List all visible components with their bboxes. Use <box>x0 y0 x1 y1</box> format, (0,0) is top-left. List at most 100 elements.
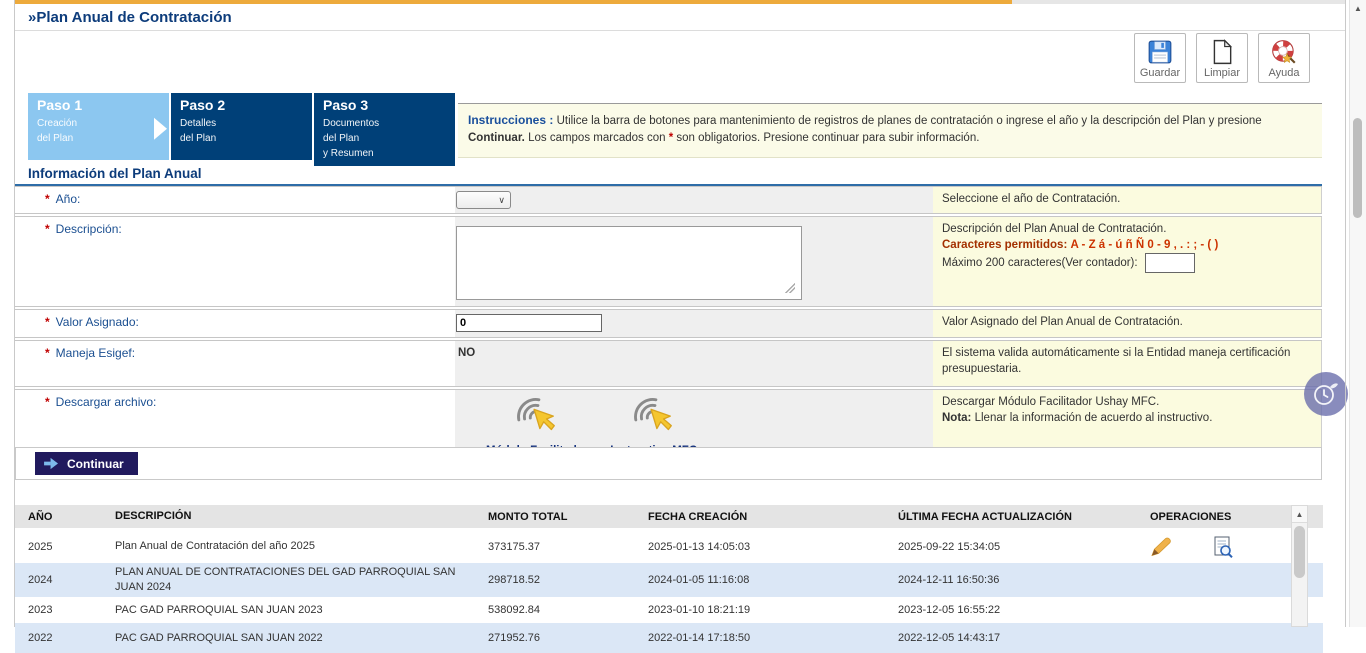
scroll-up-arrow-icon[interactable]: ▲ <box>1350 0 1366 16</box>
esigef-value-cell: NO <box>455 341 933 386</box>
char-counter-input[interactable] <box>1145 253 1195 273</box>
descripcion-help-text: Descripción del Plan Anual de Contrataci… <box>942 221 1312 237</box>
descripcion-input-cell <box>455 217 933 306</box>
col-header-descripcion: DESCRIPCIÓN <box>115 509 488 524</box>
step-2-line: del Plan <box>180 131 312 146</box>
anio-select[interactable]: ∨ <box>456 191 511 209</box>
cell-monto: 373175.37 <box>488 541 648 553</box>
esigef-value: NO <box>458 347 933 359</box>
floating-clock-widget[interactable] <box>1304 372 1348 416</box>
edit-pencil-icon[interactable] <box>1150 537 1172 557</box>
textarea-resize-grip[interactable] <box>785 283 795 293</box>
anio-label-cell: * Año: <box>15 187 455 213</box>
anio-help-text: Seleccione el año de Contratación. <box>942 193 1120 205</box>
cell-created: 2023-01-10 18:21:19 <box>648 604 898 616</box>
view-document-icon[interactable] <box>1213 536 1233 558</box>
cell-updated: 2024-12-11 16:50:36 <box>898 574 1148 586</box>
browser-scrollbar-thumb[interactable] <box>1353 118 1362 218</box>
arrow-right-icon <box>44 457 59 470</box>
step-1-line: del Plan <box>37 131 169 146</box>
top-accent-bar-extension <box>1012 0 1345 4</box>
descargar-help-text: Descargar Módulo Facilitador Ushay MFC. <box>942 394 1312 410</box>
valor-label-cell: * Valor Asignado: <box>15 310 455 337</box>
cell-year: 2024 <box>15 574 115 586</box>
cell-year: 2022 <box>15 632 115 644</box>
form-row-anio: * Año: ∨ Seleccione el año de Contratació… <box>15 186 1322 214</box>
blank-page-icon <box>1209 37 1235 67</box>
wizard-steps: Paso 1 Creación del Plan Paso 2 Detalles… <box>28 93 455 166</box>
col-header-ultima-actualizacion: ÚLTIMA FECHA ACTUALIZACIÓN <box>898 511 1148 523</box>
table-row: 2023 PAC GAD PARROQUIAL SAN JUAN 2023 53… <box>15 597 1323 623</box>
continuar-button[interactable]: Continuar <box>35 452 138 475</box>
cell-updated: 2025-09-22 15:34:05 <box>898 541 1148 553</box>
step-arrow-icon <box>154 117 167 139</box>
step-3-tab[interactable]: Paso 3 Documentos del Plan y Resumen <box>314 93 455 166</box>
step-1-tab[interactable]: Paso 1 Creación del Plan <box>28 93 169 160</box>
step-3-line: Documentos <box>323 116 455 131</box>
table-row: 2024 PLAN ANUAL DE CONTRATACIONES DEL GA… <box>15 563 1323 597</box>
section-header: Información del Plan Anual <box>15 164 1322 186</box>
descargar-label: Descargar archivo: <box>56 395 157 409</box>
step-3-line: del Plan <box>323 131 455 146</box>
instructions-box: Instrucciones : Utilice la barra de boto… <box>458 103 1322 158</box>
table-row: 2022 PAC GAD PARROQUIAL SAN JUAN 2022 27… <box>15 623 1323 653</box>
scroll-up-arrow-icon[interactable]: ▲ <box>1292 506 1307 523</box>
page-title: »Plan Anual de Contratación <box>28 9 232 26</box>
valor-help-cell: Valor Asignado del Plan Anual de Contrat… <box>933 310 1322 337</box>
cell-desc: PAC GAD PARROQUIAL SAN JUAN 2022 <box>115 631 488 646</box>
content-right-border <box>1345 0 1346 627</box>
plans-table: AÑO DESCRIPCIÓN MONTO TOTAL FECHA CREACI… <box>15 505 1323 653</box>
toolbar: Guardar Limpiar Ayuda <box>1134 33 1310 83</box>
descripcion-label: Descripción: <box>56 222 122 236</box>
max-chars-label: Máximo 200 caracteres(Ver contador): <box>942 257 1138 269</box>
guardar-button[interactable]: Guardar <box>1134 33 1186 83</box>
clock-icon <box>1311 379 1341 409</box>
cell-created: 2022-01-14 17:18:50 <box>648 632 898 644</box>
limpiar-button[interactable]: Limpiar <box>1196 33 1248 83</box>
form-row-valor: * Valor Asignado: Valor Asignado del Plan… <box>15 309 1322 338</box>
browser-scrollbar[interactable]: ▲ <box>1349 0 1366 627</box>
anio-input-cell: ∨ <box>455 187 933 213</box>
table-scrollbar[interactable]: ▲ <box>1291 505 1308 627</box>
esigef-help-text: El sistema valida automáticamente si la … <box>942 347 1290 375</box>
cell-updated: 2023-12-05 16:55:22 <box>898 604 1148 616</box>
descripcion-label-cell: *Descripción: <box>15 217 455 306</box>
floppy-disk-icon <box>1147 37 1173 67</box>
chevron-down-icon: ∨ <box>498 195 505 206</box>
plan-form: * Año: ∨ Seleccione el año de Contratació… <box>15 186 1322 463</box>
cell-monto: 271952.76 <box>488 632 648 644</box>
anio-help-cell: Seleccione el año de Contratación. <box>933 187 1322 213</box>
instructions-text: Utilice la barra de botones para manteni… <box>557 115 1262 127</box>
instructions-text: Los campos marcados con <box>528 132 665 144</box>
required-asterisk: * <box>45 192 50 206</box>
required-asterisk: * <box>45 315 50 329</box>
continuar-label: Continuar <box>67 457 124 471</box>
esigef-label-cell: *Maneja Esigef: <box>15 341 455 386</box>
col-header-fecha-creacion: FECHA CREACIÓN <box>648 511 898 523</box>
step-3-title: Paso 3 <box>323 97 455 113</box>
ayuda-label: Ayuda <box>1269 67 1300 80</box>
descripcion-textarea[interactable] <box>456 226 802 300</box>
col-header-monto: MONTO TOTAL <box>488 511 648 523</box>
cell-desc: Plan Anual de Contratación del año 2025 <box>115 539 488 554</box>
form-row-descripcion: *Descripción: Descripción del Plan Anual… <box>15 216 1322 307</box>
valor-asignado-input[interactable] <box>456 314 602 332</box>
cell-desc: PLAN ANUAL DE CONTRATACIONES DEL GAD PAR… <box>115 565 488 595</box>
instructions-text: son obligatorios. Presione continuar par… <box>676 132 979 144</box>
valor-label: Valor Asignado: <box>56 315 139 329</box>
title-divider <box>15 30 1345 31</box>
application-window: { "window": { "title": "»Plan Anual de C… <box>0 0 1366 627</box>
chars-permitted-label: Caracteres permitidos: <box>942 239 1067 251</box>
esigef-help-cell: El sistema valida automáticamente si la … <box>933 341 1322 386</box>
required-asterisk: * <box>45 395 50 409</box>
instructions-label: Instrucciones : <box>468 113 553 127</box>
anio-label: Año: <box>56 192 81 206</box>
cell-desc: PAC GAD PARROQUIAL SAN JUAN 2023 <box>115 603 488 618</box>
table-row: 2025 Plan Anual de Contratación del año … <box>15 530 1323 563</box>
step-2-tab[interactable]: Paso 2 Detalles del Plan <box>171 93 312 160</box>
guardar-label: Guardar <box>1140 67 1180 80</box>
lifebuoy-help-icon <box>1270 37 1298 67</box>
table-scrollbar-thumb[interactable] <box>1294 526 1305 578</box>
ayuda-button[interactable]: Ayuda <box>1258 33 1310 83</box>
continue-strip: Continuar <box>15 447 1322 480</box>
